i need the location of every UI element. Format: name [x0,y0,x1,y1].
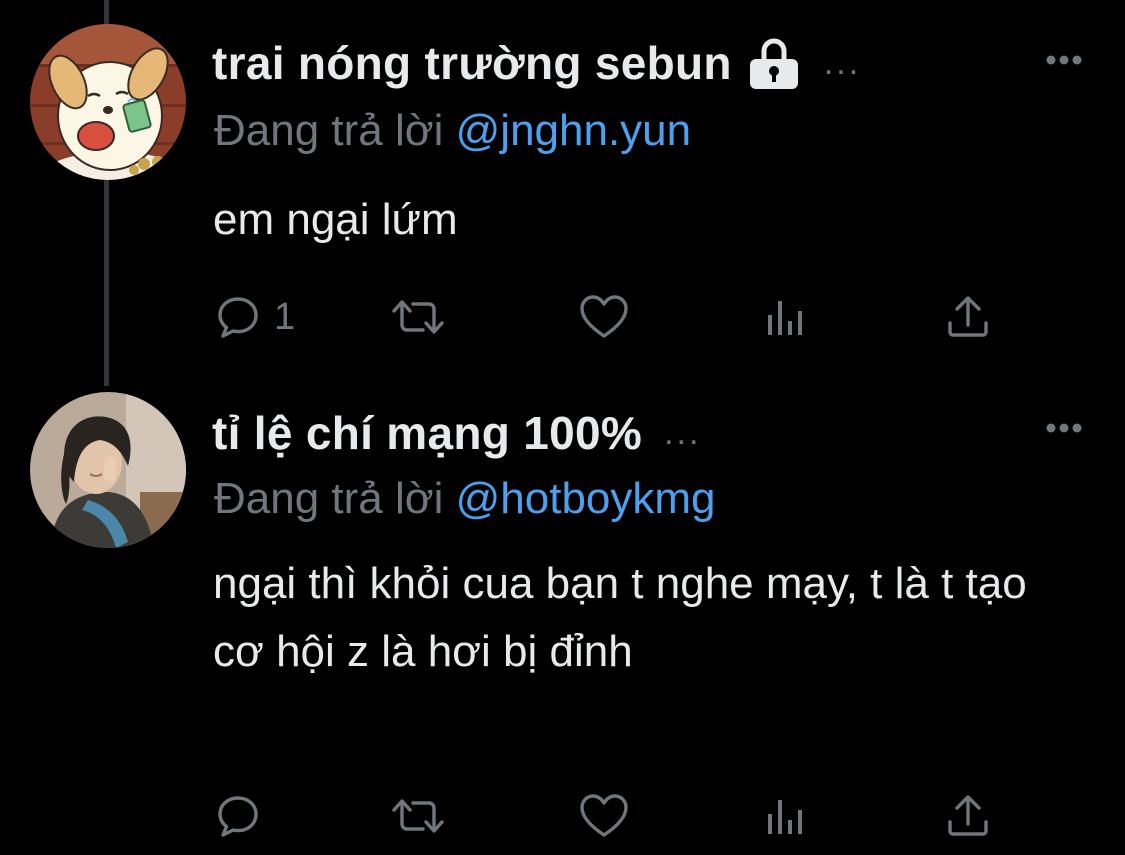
like-button[interactable] [578,791,630,841]
views-icon [768,800,802,834]
display-name[interactable]: tỉ lệ chí mạng 100% [212,406,642,460]
name-overflow-ellipsis: ... [664,413,702,452]
avatar-dog-illustration [30,24,186,180]
replying-prefix: Đang trả lời [214,474,444,523]
like-button[interactable] [578,292,630,342]
retweet-icon [392,799,444,833]
replying-handle-link[interactable]: @jnghn.yun [456,106,692,155]
views-button[interactable] [764,292,808,342]
tweet-text: em ngại lứm [213,195,458,244]
like-icon [580,295,628,338]
share-icon [948,795,988,836]
retweet-button[interactable] [388,292,448,342]
replying-to: Đang trả lời @jnghn.yun [214,106,691,156]
tweet-header: tỉ lệ chí mạng 100% ... [212,406,701,460]
reply-icon [218,796,258,837]
tweet-text: ngại thì khỏi cua bạn t nghe mạy, t là t… [213,559,1027,676]
reply-button[interactable] [214,791,274,841]
like-icon [580,794,628,837]
action-bar [0,791,1125,841]
share-icon [948,296,988,337]
reply-icon [218,297,258,338]
avatar[interactable] [30,24,186,180]
replying-prefix: Đang trả lời [214,106,444,155]
action-bar: 1 [0,292,1125,342]
reply-count: 1 [274,295,296,338]
reply-button[interactable]: 1 [214,292,295,342]
share-button[interactable] [944,791,992,841]
retweet-button[interactable] [388,791,448,841]
display-name[interactable]: trai nóng trường sebun [212,36,732,90]
views-icon [768,301,802,335]
more-icon[interactable] [1045,422,1083,434]
tweet-1[interactable]: trai nóng trường sebun ... Đang trả lời … [0,0,1125,386]
replying-to: Đang trả lời @hotboykmg [214,474,716,524]
more-icon[interactable] [1045,54,1083,66]
views-button[interactable] [764,791,808,841]
avatar-photo [30,392,186,548]
share-button[interactable] [944,292,992,342]
retweet-icon [392,300,444,334]
replying-handle-link[interactable]: @hotboykmg [456,474,716,523]
tweet-2[interactable]: tỉ lệ chí mạng 100% ... Đang trả lời @ho… [0,386,1125,855]
lock-icon [749,38,798,89]
name-overflow-ellipsis: ... [823,43,862,82]
tweet-header: trai nóng trường sebun ... [212,36,861,90]
avatar[interactable] [30,392,186,548]
